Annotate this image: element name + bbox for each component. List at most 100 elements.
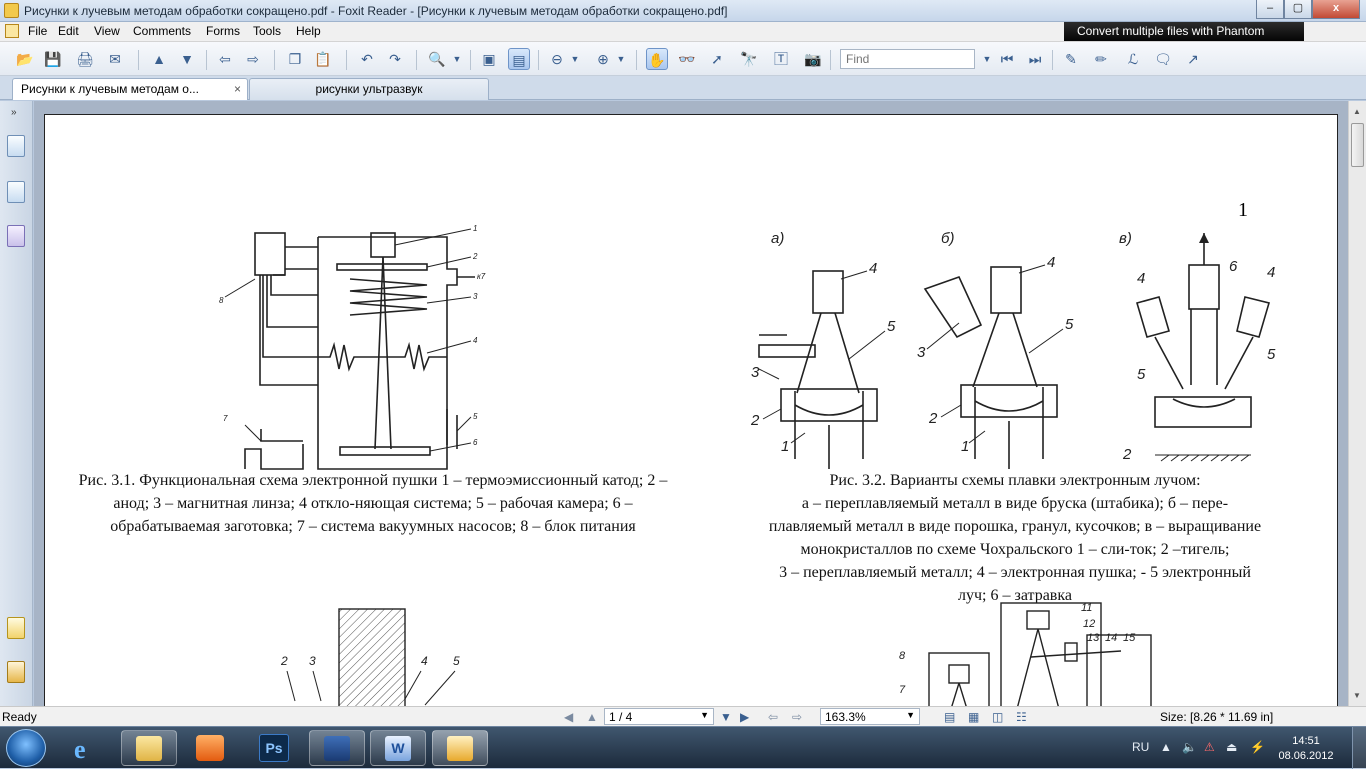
maximize-button[interactable]: ▢ <box>1284 0 1312 19</box>
find-input[interactable] <box>840 49 975 69</box>
scroll-down-arrow-icon[interactable]: ▼ <box>1353 691 1361 700</box>
arrow-tool-icon[interactable]: ↗ <box>1182 48 1204 70</box>
zoom-in-dropdown-icon[interactable]: ▼ <box>614 48 628 70</box>
menu-edit[interactable]: Edit <box>55 24 82 38</box>
tab-close-icon[interactable]: × <box>234 82 241 96</box>
media-player-icon[interactable] <box>196 735 224 761</box>
snapshot-icon[interactable]: 📷 <box>802 48 824 70</box>
scroll-up-arrow-icon[interactable]: ▲ <box>1353 107 1361 116</box>
close-button[interactable]: x <box>1312 0 1360 19</box>
scroll-thumb[interactable] <box>1351 123 1364 167</box>
fig1-label-k7: к7 <box>477 272 486 281</box>
zoom-field[interactable]: 163.3% ▼ <box>820 708 920 725</box>
zoom-out-dropdown-icon[interactable]: ▼ <box>568 48 582 70</box>
expand-panel-icon[interactable]: » <box>11 107 17 118</box>
forward-status-icon[interactable]: ⇨ <box>792 710 802 724</box>
forward-view-icon[interactable]: ⇨ <box>242 48 264 70</box>
pages-icon[interactable] <box>7 181 25 203</box>
zoom-in-icon[interactable]: ⊕ <box>592 48 614 70</box>
fig1-label-5: 5 <box>473 412 478 421</box>
comment-tool-icon[interactable]: 🗨 <box>1152 48 1174 70</box>
previous-page-icon[interactable]: ▲ <box>148 48 170 70</box>
paste-icon[interactable]: 📋 <box>312 48 334 70</box>
fit-page-icon[interactable]: ▣ <box>478 48 500 70</box>
menu-help[interactable]: Help <box>293 24 324 38</box>
vertical-scrollbar[interactable]: ▲ ▼ <box>1348 101 1366 706</box>
figure-3-1-caption: Рис. 3.1. Функциональная схема электронн… <box>78 472 668 535</box>
select-text-icon[interactable]: 👓 <box>676 48 698 70</box>
copy-icon[interactable]: ❐ <box>284 48 306 70</box>
volume-icon[interactable]: 🔈 <box>1182 740 1197 754</box>
floppy-disk-icon <box>324 736 350 761</box>
menu-tools[interactable]: Tools <box>250 24 284 38</box>
back-status-icon[interactable]: ⇦ <box>768 710 778 724</box>
continuous-facing-view-icon[interactable]: ☷ <box>1016 710 1027 724</box>
system-clock[interactable]: 14:51 08.06.2012 <box>1278 734 1334 764</box>
menu-comments[interactable]: Comments <box>130 24 194 38</box>
taskbar-word[interactable]: W <box>370 730 426 766</box>
taskbar-foxit-reader[interactable] <box>432 730 488 766</box>
single-page-view-icon[interactable]: ▤ <box>944 710 955 724</box>
save-icon[interactable]: 💾 <box>42 48 64 70</box>
menu-forms[interactable]: Forms <box>203 24 243 38</box>
menu-file[interactable]: File <box>25 24 50 38</box>
layers-icon[interactable] <box>7 225 25 247</box>
select-annotation-icon[interactable]: ➚ <box>706 48 728 70</box>
next-page-icon[interactable]: ▼ <box>176 48 198 70</box>
zoom-out-icon[interactable]: ⊖ <box>546 48 568 70</box>
bookmarks-icon[interactable] <box>7 135 25 157</box>
print-icon[interactable]: 🖨 <box>74 48 96 70</box>
last-page-icon[interactable]: ▶ <box>740 710 749 724</box>
taskbar-explorer[interactable] <box>121 730 177 766</box>
figure-3-2-caption: Рис. 3.2. Варианты схемы плавки электрон… <box>695 469 1335 607</box>
tray-language[interactable]: RU <box>1132 740 1149 754</box>
fit-width-icon[interactable]: ▤ <box>508 48 530 70</box>
find-next-icon[interactable]: ⏭ <box>1024 48 1046 70</box>
caption-line: а – переплавляемый металл в виде бруска … <box>801 495 1229 512</box>
email-icon[interactable]: ✉ <box>104 48 126 70</box>
zoom-tool-icon[interactable]: 🔍 <box>426 48 448 70</box>
next-page-status-icon[interactable]: ▼ <box>720 710 732 724</box>
zoom-field-dropdown-icon[interactable]: ▼ <box>906 710 915 720</box>
tab-active-document[interactable]: Рисунки к лучевым методам о... × <box>12 78 248 100</box>
usb-device-icon[interactable]: ⏏ <box>1226 740 1237 754</box>
attachments-icon[interactable] <box>7 661 25 683</box>
continuous-view-icon[interactable]: ▦ <box>968 710 979 724</box>
menu-view[interactable]: View <box>91 24 123 38</box>
note-tool-icon[interactable]: ✎ <box>1060 48 1082 70</box>
fig1-label-4: 4 <box>473 336 478 345</box>
hand-tool-icon[interactable]: ✋ <box>646 48 668 70</box>
document-menu-icon[interactable] <box>5 24 19 38</box>
minimize-button[interactable]: – <box>1256 0 1284 19</box>
typewriter-icon[interactable]: 🅃 <box>770 48 792 70</box>
tab-second-document[interactable]: рисунки ультразвук <box>249 78 489 100</box>
comments-panel-icon[interactable] <box>7 617 25 639</box>
find-previous-icon[interactable]: ⏮ <box>996 48 1018 70</box>
fig1-label-8: 8 <box>219 296 224 305</box>
zoom-dropdown-icon[interactable]: ▼ <box>450 48 464 70</box>
facing-view-icon[interactable]: ◫ <box>992 710 1003 724</box>
redo-icon[interactable]: ↷ <box>384 48 406 70</box>
start-button[interactable] <box>6 729 46 767</box>
power-icon[interactable]: ⚡ <box>1250 740 1265 754</box>
show-desktop-button[interactable] <box>1352 727 1366 769</box>
open-file-icon[interactable]: 📂 <box>14 48 36 70</box>
find-dropdown-icon[interactable]: ▼ <box>980 48 994 70</box>
network-icon[interactable]: ⚠ <box>1204 740 1215 754</box>
text-tool-icon[interactable]: ℒ <box>1122 48 1144 70</box>
fig4-label: 15 <box>1123 632 1136 644</box>
promo-banner[interactable]: Convert multiple files with Phantom <box>1064 22 1304 41</box>
page-number-field[interactable]: 1 / 4 ▼ <box>604 708 714 725</box>
photoshop-icon[interactable]: Ps <box>259 734 289 762</box>
find-binoculars-icon[interactable]: 🔭 <box>738 48 760 70</box>
first-page-icon[interactable]: ◀ <box>564 710 573 724</box>
taskbar-save-app[interactable] <box>309 730 365 766</box>
undo-icon[interactable]: ↶ <box>356 48 378 70</box>
page-dropdown-icon[interactable]: ▼ <box>700 710 709 720</box>
tray-show-hidden-icon[interactable]: ▲ <box>1160 740 1172 754</box>
pencil-tool-icon[interactable]: ✏ <box>1090 48 1112 70</box>
internet-explorer-icon[interactable]: e <box>74 735 106 764</box>
prev-page-status-icon[interactable]: ▲ <box>586 710 598 724</box>
back-view-icon[interactable]: ⇦ <box>214 48 236 70</box>
fig2-label: 2 <box>928 410 938 427</box>
